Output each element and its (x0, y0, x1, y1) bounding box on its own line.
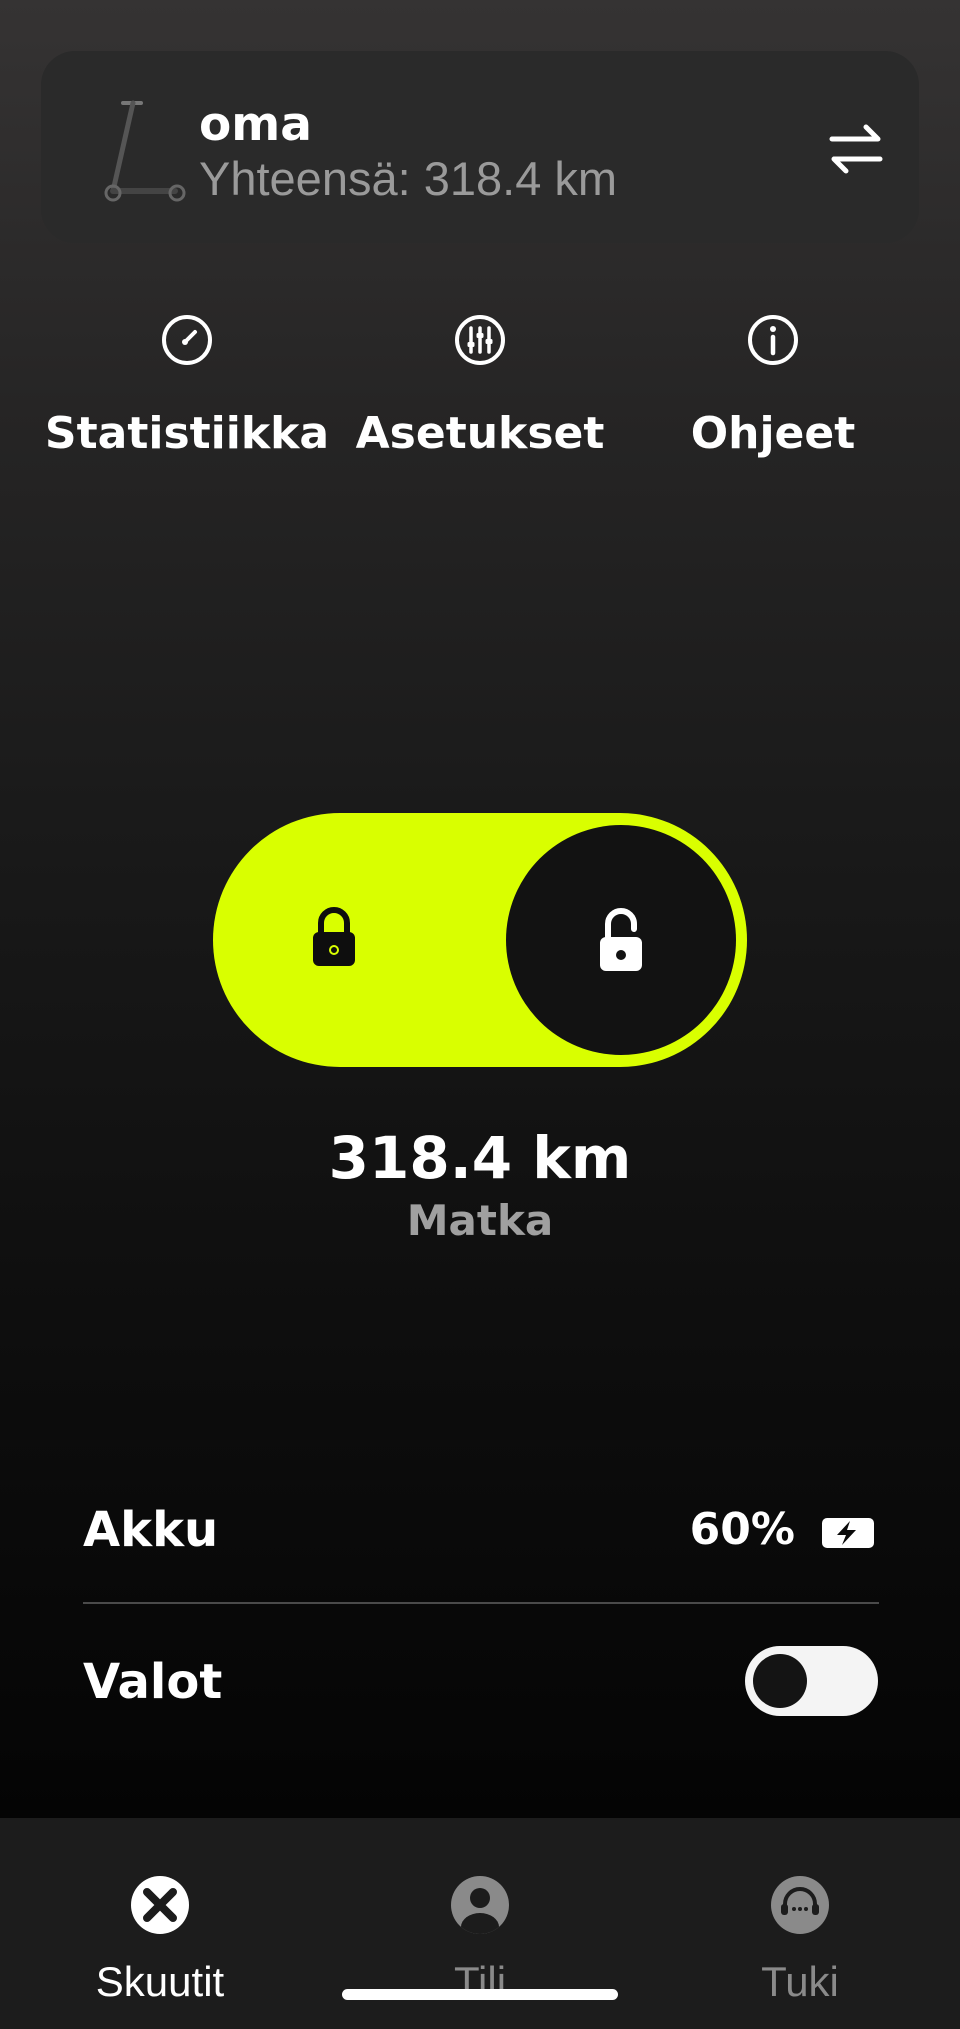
switch-device-icon[interactable] (816, 109, 896, 189)
trip-label: Matka (406, 1196, 554, 1245)
instructions-label: Ohjeet (690, 408, 856, 459)
scooter-wheel-icon (131, 1876, 189, 1934)
battery-percentage: 60% (689, 1504, 795, 1555)
unlock-icon (600, 908, 642, 971)
nav-item-support[interactable]: Tuki (640, 1818, 960, 2029)
device-total-distance: Yhteensä: 318.4 km (199, 152, 618, 205)
lock-slider[interactable] (213, 813, 747, 1067)
support-headset-icon (771, 1876, 829, 1934)
instructions-button[interactable]: Ohjeet (623, 300, 923, 470)
account-icon (451, 1876, 509, 1934)
nav-label-scooters: Skuutit (95, 1958, 225, 2005)
toggle-knob (753, 1654, 807, 1708)
lock-icon (313, 907, 355, 966)
statistics-button[interactable]: Statistiikka (37, 300, 337, 470)
divider (83, 1602, 879, 1604)
trip-distance: 318.4 km (328, 1124, 632, 1192)
lights-toggle[interactable] (745, 1646, 878, 1716)
lights-label: Valot (83, 1654, 223, 1710)
device-card[interactable]: oma Yhteensä: 318.4 km (41, 51, 919, 243)
battery-charging-icon (822, 1518, 874, 1548)
battery-label: Akku (83, 1502, 219, 1558)
nav-item-scooters[interactable]: Skuutit (0, 1818, 320, 2029)
slider-knob[interactable] (506, 825, 736, 1055)
settings-label: Asetukset (355, 408, 605, 459)
speedometer-icon (162, 315, 212, 365)
sliders-icon (455, 315, 505, 365)
nav-label-support: Tuki (761, 1958, 839, 2005)
info-icon (748, 315, 798, 365)
device-name: oma (199, 97, 312, 152)
home-indicator[interactable] (342, 1989, 618, 2000)
scooter-image-icon (104, 100, 186, 202)
statistics-label: Statistiikka (44, 408, 330, 459)
settings-button[interactable]: Asetukset (330, 300, 630, 470)
